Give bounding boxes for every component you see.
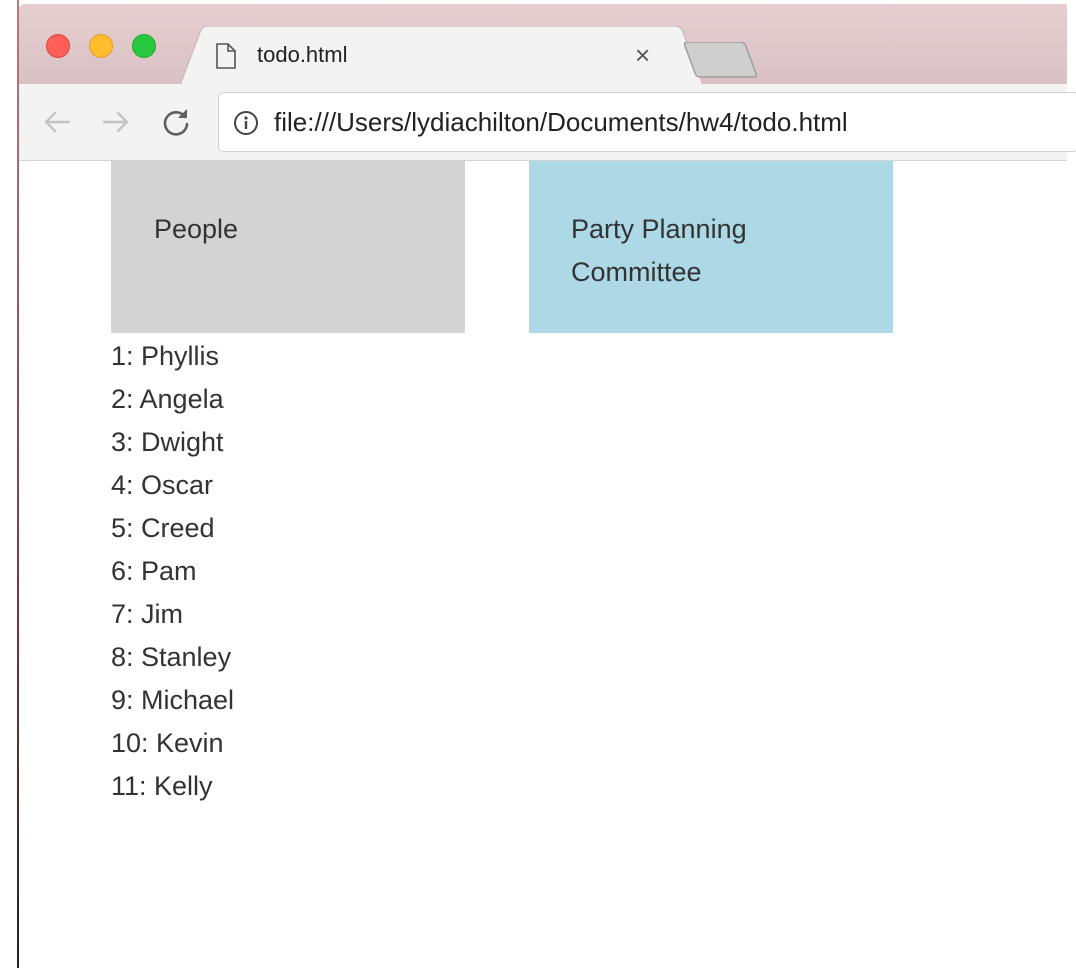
window-edge bbox=[0, 0, 18, 968]
zoom-window-button[interactable] bbox=[132, 34, 156, 58]
list-item: 5: Creed bbox=[111, 513, 215, 543]
page-content: People Party Planning Committee 1: Phyll… bbox=[19, 161, 1067, 968]
list-item: 7: Jim bbox=[111, 599, 184, 629]
url-text[interactable]: file:///Users/lydiachilton/Documents/hw4… bbox=[274, 107, 848, 138]
list-item: 11: Kelly bbox=[111, 771, 213, 801]
browser-window: todo.html × file:///Users/lydiachilton/D… bbox=[19, 0, 1076, 968]
arrow-right-icon[interactable] bbox=[100, 106, 132, 138]
minimize-window-button[interactable] bbox=[89, 34, 113, 58]
tab-todo[interactable]: todo.html × bbox=[179, 26, 704, 88]
close-window-button[interactable] bbox=[46, 34, 70, 58]
address-bar[interactable]: file:///Users/lydiachilton/Documents/hw4… bbox=[218, 92, 1076, 152]
people-list: 1: Phyllis 2: Angela 3: Dwight 4: Oscar … bbox=[111, 335, 234, 808]
info-icon[interactable] bbox=[233, 110, 259, 136]
list-item: 1: Phyllis bbox=[111, 341, 220, 371]
list-item: 6: Pam bbox=[111, 556, 197, 586]
people-tile-label: People bbox=[154, 214, 239, 244]
list-item: 3: Dwight bbox=[111, 427, 224, 457]
tab-title: todo.html bbox=[257, 42, 348, 67]
party-planning-tile-label: Party Planning Committee bbox=[571, 214, 747, 287]
list-item: 2: Angela bbox=[111, 384, 224, 414]
tab-strip: todo.html × bbox=[19, 4, 1067, 88]
people-tile[interactable]: People bbox=[111, 161, 465, 333]
list-item: 8: Stanley bbox=[111, 642, 232, 672]
list-item: 10: Kevin bbox=[111, 728, 224, 758]
party-planning-committee-tile[interactable]: Party Planning Committee bbox=[529, 161, 893, 333]
tab-close-icon[interactable]: × bbox=[635, 40, 650, 70]
reload-icon[interactable] bbox=[160, 106, 192, 138]
arrow-left-icon[interactable] bbox=[41, 106, 73, 138]
list-item: 9: Michael bbox=[111, 685, 235, 715]
document-icon bbox=[216, 43, 236, 69]
list-item: 4: Oscar bbox=[111, 470, 214, 500]
new-tab-button[interactable] bbox=[684, 42, 758, 78]
browser-toolbar: file:///Users/lydiachilton/Documents/hw4… bbox=[19, 84, 1076, 161]
